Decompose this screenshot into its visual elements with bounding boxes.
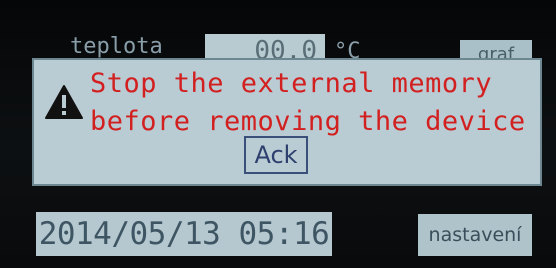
dialog-message-line-2: before removing the device [90,106,526,137]
warning-dialog: Stop the external memory before removing… [32,58,542,186]
warning-icon [45,85,83,119]
datetime-display[interactable]: 2014/05/13 05:16 [36,212,332,256]
dialog-message-line-1: Stop the external memory [90,68,493,99]
ack-button[interactable]: Ack [244,136,308,174]
settings-button[interactable]: nastavení [418,214,532,256]
temperature-label: teplota [70,36,163,58]
touch-screen: teplota 00.0 °C graf Stop the external m… [0,0,556,268]
